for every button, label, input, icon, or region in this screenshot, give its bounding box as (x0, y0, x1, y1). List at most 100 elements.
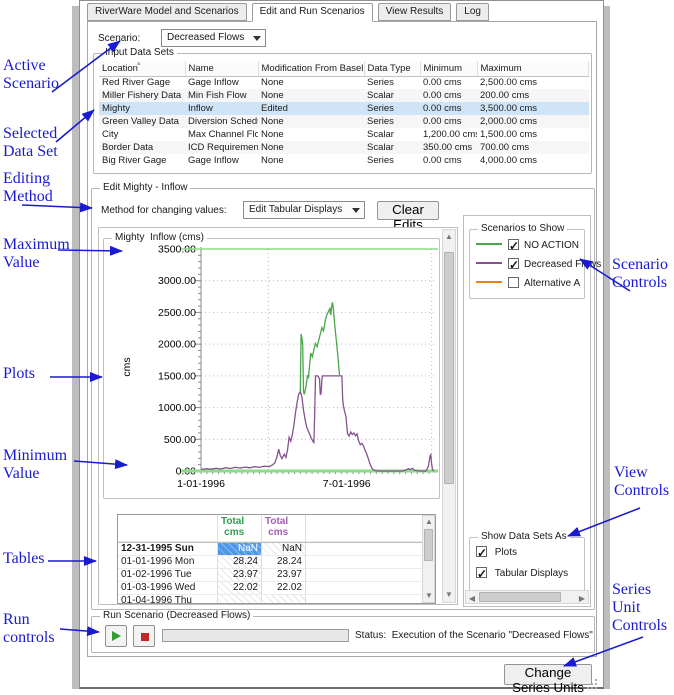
scenario-checkbox[interactable] (508, 258, 519, 269)
input-data-sets-table[interactable]: Location▴NameModification From BaselineD… (99, 61, 589, 167)
input-data-sets-group: Input Data Sets Location▴NameModificatio… (93, 53, 592, 174)
table-cell: Scalar (364, 89, 420, 102)
scroll-down-icon[interactable]: ▼ (423, 590, 435, 602)
scenario-label: Scenario: (98, 33, 140, 44)
tabular-display-row[interactable]: 01-02-1996 Tue23.9723.97 (118, 569, 435, 582)
annotation-maximum-value: Maximum Value (3, 236, 81, 272)
tab-edit-and-run-scenarios[interactable]: Edit and Run Scenarios (252, 3, 373, 22)
scenario-checkbox[interactable] (508, 239, 519, 250)
change-series-units-button[interactable]: Change Series Units (504, 664, 592, 685)
column-header[interactable]: Modification From Baseline (258, 61, 364, 76)
stop-icon (141, 633, 149, 641)
scroll-up-icon[interactable]: ▲ (443, 231, 455, 243)
table-cell: 0.00 cms (420, 154, 477, 167)
inflow-plot[interactable]: 0.00500.001000.001500.002000.002500.0030… (104, 243, 438, 495)
plots-checkbox-label: Plots (495, 547, 517, 558)
scroll-right-icon[interactable]: ▶ (576, 593, 588, 605)
tab-riverware-model-and-scenarios[interactable]: RiverWare Model and Scenarios (87, 3, 247, 21)
scroll-left-icon[interactable]: ◀ (466, 593, 478, 605)
table-cell: NaN (218, 543, 262, 556)
table-cell: 2,500.00 cms (477, 76, 589, 89)
status-line: Status: Execution of the Scenario "Decre… (355, 630, 593, 641)
table-cell: 350.00 cms (420, 141, 477, 154)
series-color-swatch (476, 243, 502, 245)
table-row[interactable]: CityMax Channel FlowNoneScalar1,200.00 c… (99, 128, 589, 141)
screenshot-page: RiverWare Model and Scenarios Edit and Ru… (0, 0, 674, 695)
plots-checkbox-row[interactable]: Plots (470, 543, 584, 562)
tabular-displays-checkbox[interactable] (476, 567, 487, 578)
table-cell: Gage Inflow (185, 154, 258, 167)
scenario-combobox[interactable]: Decreased Flows (161, 29, 266, 47)
table-row[interactable]: Border DataICD RequirementNoneScalar350.… (99, 141, 589, 154)
table-cell: 0.00 cms (420, 89, 477, 102)
scrollbar-thumb[interactable] (444, 252, 454, 484)
annotation-selected-data-set: Selected Data Set (3, 125, 75, 161)
table-cell: Green Valley Data (99, 115, 185, 128)
header-filler (306, 515, 422, 542)
table-cell: None (258, 76, 364, 89)
table-row[interactable]: Big River GageGage InflowNoneSeries0.00 … (99, 154, 589, 167)
scenario-legend-row[interactable]: Decreased Flows (472, 255, 582, 274)
show-data-sets-as-title: Show Data Sets As (478, 531, 570, 542)
table-row[interactable]: Red River GageGage InflowNoneSeries0.00 … (99, 76, 589, 89)
scenario-legend-row[interactable]: Alternative A (472, 274, 582, 293)
run-button[interactable] (105, 625, 127, 647)
total-cms-column-header-no-action: Total cms (218, 515, 262, 542)
table-cell (306, 582, 422, 595)
tab-pane: Scenario: Decreased Flows Input Data Set… (87, 21, 597, 657)
annotation-tables: Tables (3, 550, 63, 568)
table-row[interactable]: Green Valley DataDiversion ScheduleNoneS… (99, 115, 589, 128)
column-header[interactable]: Data Type (364, 61, 420, 76)
annotation-view-controls: View Controls (614, 464, 674, 500)
table-cell: 23.97 (262, 569, 306, 582)
column-header[interactable]: Maximum (477, 61, 589, 76)
y-axis-label: cms (121, 357, 133, 376)
series-color-swatch (476, 281, 502, 283)
tabular-display-row[interactable]: 01-04-1996 Thu (118, 595, 435, 604)
table-row[interactable]: Miller Fishery DataMin Fish FlowNoneScal… (99, 89, 589, 102)
resize-grip[interactable] (595, 679, 597, 681)
annotation-scenario-controls: Scenario Controls (612, 256, 674, 292)
table-cell: ICD Requirement (185, 141, 258, 154)
table-row[interactable]: MightyInflowEditedSeries0.00 cms3,500.00… (99, 102, 589, 115)
scroll-down-icon[interactable]: ▼ (443, 589, 455, 601)
table-cell (262, 595, 306, 604)
annotation-active-scenario: Active Scenario (3, 57, 79, 93)
play-icon (112, 631, 121, 641)
tabular-display-row[interactable]: 01-03-1996 Wed22.0222.02 (118, 582, 435, 595)
table-cell: 4,000.00 cms (477, 154, 589, 167)
table-cell: None (258, 128, 364, 141)
table-cell: None (258, 89, 364, 102)
chevron-down-icon (352, 208, 360, 213)
table-cell: 22.02 (262, 582, 306, 595)
clear-edits-button[interactable]: Clear Edits (377, 201, 439, 220)
tab-log[interactable]: Log (456, 3, 489, 21)
tabular-displays-checkbox-row[interactable]: Tabular Displays (470, 564, 584, 583)
tabular-display-row[interactable]: 12-31-1995 SunNaNNaN (118, 543, 435, 556)
scroll-up-icon[interactable]: ▲ (423, 516, 435, 528)
table-cell (306, 569, 422, 582)
column-header[interactable]: Location▴ (99, 61, 185, 76)
table-cell: 2,000.00 cms (477, 115, 589, 128)
plots-checkbox[interactable] (476, 546, 487, 557)
plot-panel-vertical-scrollbar[interactable]: ▲ ▼ (442, 229, 456, 603)
tabular-display-vertical-scrollbar[interactable]: ▲ ▼ (422, 515, 435, 603)
y-tick-label: 3000.00 (158, 275, 196, 287)
method-combobox-value: Edit Tabular Displays (249, 204, 342, 215)
tabular-display[interactable]: Total cms Total cms 12-31-1995 SunNaNNaN… (117, 514, 436, 604)
tabular-display-row[interactable]: 01-01-1996 Mon28.2428.24 (118, 556, 435, 569)
table-cell: 0.00 cms (420, 115, 477, 128)
panel-horizontal-scrollbar[interactable]: ◀ ▶ (465, 590, 589, 604)
scenario-checkbox[interactable] (508, 277, 519, 288)
window-shadow-left (72, 6, 79, 689)
scrollbar-thumb[interactable] (479, 592, 561, 602)
scenario-legend-row[interactable]: NO ACTION (472, 236, 582, 255)
column-header[interactable]: Minimum (420, 61, 477, 76)
scenario-combobox-value: Decreased Flows (167, 32, 244, 43)
stop-button[interactable] (133, 625, 155, 647)
table-cell: Mighty (99, 102, 185, 115)
scrollbar-thumb[interactable] (424, 529, 433, 561)
tab-view-results[interactable]: View Results (378, 3, 452, 21)
column-header[interactable]: Name (185, 61, 258, 76)
method-combobox[interactable]: Edit Tabular Displays (243, 201, 365, 219)
